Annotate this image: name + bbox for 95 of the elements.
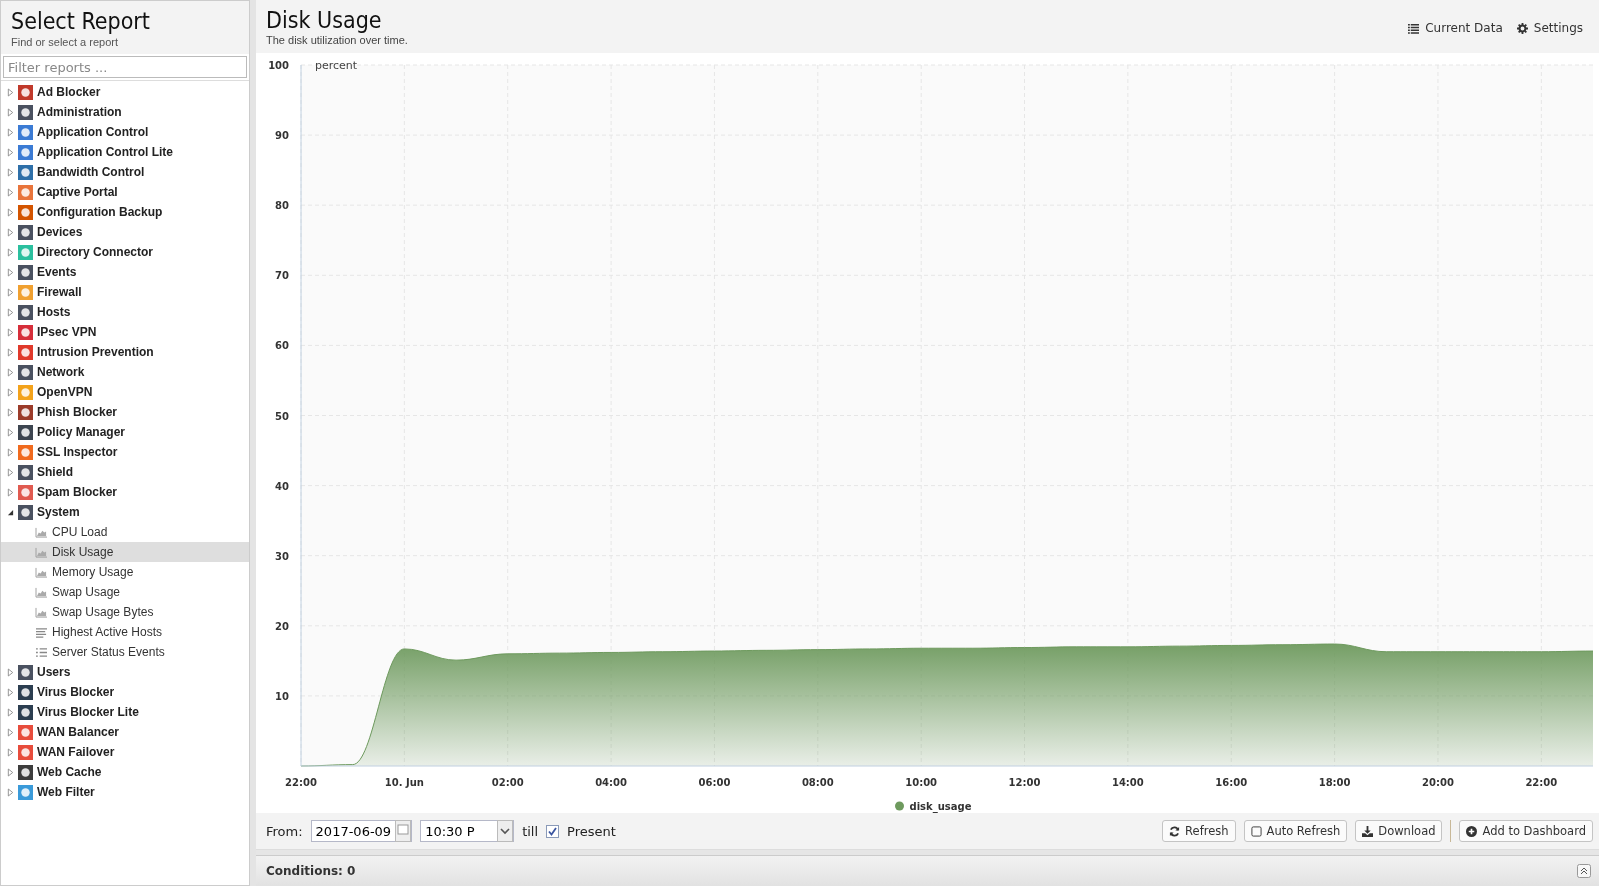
tree-item[interactable]: Intrusion Prevention (37, 345, 154, 359)
tree-item[interactable]: Virus Blocker (37, 685, 115, 699)
x-tick-label: 10:00 (905, 777, 938, 788)
download-icon (1362, 825, 1374, 837)
y-tick-label: 50 (275, 410, 289, 422)
tree-item[interactable]: Spam Blocker (37, 485, 118, 499)
tree-item[interactable]: Network (37, 365, 85, 379)
area-chart-icon (35, 546, 48, 558)
time-field[interactable]: 10:30 P (420, 820, 515, 842)
toolbar-button[interactable]: Download (1355, 820, 1443, 842)
calendar-icon[interactable] (395, 820, 412, 842)
tree-item[interactable]: SSL Inspector (37, 445, 118, 459)
tree-item[interactable]: Ad Blocker (37, 85, 101, 99)
from-label: From: (266, 823, 303, 839)
x-tick-label: 12:00 (1008, 777, 1041, 788)
header-link[interactable]: Current Data (1408, 21, 1503, 35)
x-tick-label: 02:00 (491, 777, 524, 788)
tree-item[interactable]: Directory Connector (37, 245, 154, 259)
present-checkbox[interactable] (546, 824, 560, 838)
x-tick-label: 20:00 (1422, 777, 1454, 788)
settings-icon (1516, 22, 1528, 34)
list-icon (1408, 22, 1420, 34)
x-tick-label: 04:00 (595, 777, 627, 788)
tree-item[interactable]: System (37, 505, 80, 519)
report-item[interactable]: Memory Usage (1, 562, 249, 582)
x-tick-label: 22:00 (285, 777, 317, 788)
x-tick-label: 14:00 (1111, 777, 1144, 788)
x-tick-label: 08:00 (801, 777, 834, 788)
checkbox-icon (1250, 825, 1262, 837)
dropdown-icon[interactable] (497, 820, 514, 842)
y-tick-label: 40 (275, 480, 289, 492)
report-item[interactable]: Swap Usage Bytes (1, 602, 249, 622)
expand-icon[interactable] (1577, 864, 1591, 878)
tree-item[interactable]: Captive Portal (37, 185, 118, 199)
conditions-label: Conditions: 0 (266, 864, 356, 878)
filter-field[interactable]: Filter reports ... (3, 56, 247, 78)
tree-item[interactable]: IPsec VPN (37, 325, 97, 339)
panel-subtitle: Find or select a report (11, 36, 119, 48)
report-item[interactable]: Highest Active Hosts (1, 622, 249, 642)
report-title: Disk Usage (266, 7, 383, 33)
area-chart-icon (35, 566, 48, 578)
x-tick-label: 22:00 (1525, 777, 1558, 788)
y-tick-label: 80 (275, 200, 289, 212)
tree-item[interactable]: Application Control (37, 125, 149, 139)
x-tick-label: 10. Jun (384, 777, 424, 788)
tree-item[interactable]: Web Cache (37, 765, 102, 779)
toolbar-button[interactable]: Add to Dashboard (1459, 820, 1593, 842)
header-link[interactable]: Settings (1516, 21, 1583, 35)
y-tick-label: 30 (275, 550, 289, 562)
area-chart-icon (35, 526, 48, 538)
area-chart-icon (35, 606, 48, 618)
tree-item[interactable]: Events (37, 265, 77, 279)
report-item[interactable]: Swap Usage (1, 582, 249, 602)
panel-title: Select Report (11, 8, 151, 34)
tree-item[interactable]: Bandwidth Control (37, 165, 145, 179)
toggle-button[interactable]: Auto Refresh (1243, 820, 1348, 842)
tree-item[interactable]: Devices (37, 225, 83, 239)
tree-item[interactable]: Users (37, 665, 71, 679)
toolbar-button[interactable]: Refresh (1162, 820, 1236, 842)
tree-item[interactable]: OpenVPN (37, 385, 93, 399)
list-icon (35, 646, 48, 658)
tree-item[interactable]: Web Filter (37, 785, 95, 799)
y-tick-label: 90 (275, 130, 289, 142)
y-axis-label: percent (315, 59, 358, 72)
refresh-icon (1169, 825, 1181, 837)
legend-label[interactable]: disk_usage (909, 801, 972, 812)
report-item[interactable]: Disk Usage (1, 542, 249, 562)
present-label: Present (567, 823, 616, 839)
y-tick-label: 20 (275, 620, 289, 632)
tree-item[interactable]: Configuration Backup (37, 205, 163, 219)
tree-item[interactable]: Firewall (37, 285, 82, 299)
report-subtitle: The disk utilization over time. (266, 34, 408, 46)
x-tick-label: 18:00 (1318, 777, 1351, 788)
tree-item[interactable]: WAN Failover (37, 745, 115, 759)
y-tick-label: 100 (268, 60, 289, 71)
y-tick-label: 70 (275, 270, 289, 282)
tree-item[interactable]: Virus Blocker Lite (37, 705, 139, 719)
date-field[interactable]: 2017-06-09 (310, 820, 413, 842)
area-chart-icon (35, 586, 48, 598)
tree-item[interactable]: Phish Blocker (37, 405, 118, 419)
till-label: till (522, 823, 539, 839)
tree-item[interactable]: WAN Balancer (37, 725, 120, 739)
report-item[interactable]: Server Status Events (1, 642, 249, 662)
tree-item[interactable]: Shield (37, 465, 73, 479)
y-tick-label: 10 (275, 690, 289, 702)
x-tick-label: 16:00 (1215, 777, 1248, 788)
tree-item[interactable]: Application Control Lite (37, 145, 173, 159)
x-tick-label: 06:00 (698, 777, 731, 788)
bars-icon (35, 626, 48, 638)
tree-item[interactable]: Policy Manager (37, 425, 126, 439)
tree-item[interactable]: Administration (37, 105, 122, 119)
tree-item[interactable]: Hosts (37, 305, 71, 319)
report-item[interactable]: CPU Load (1, 522, 249, 542)
add-icon (1466, 825, 1478, 837)
y-tick-label: 60 (275, 340, 289, 352)
